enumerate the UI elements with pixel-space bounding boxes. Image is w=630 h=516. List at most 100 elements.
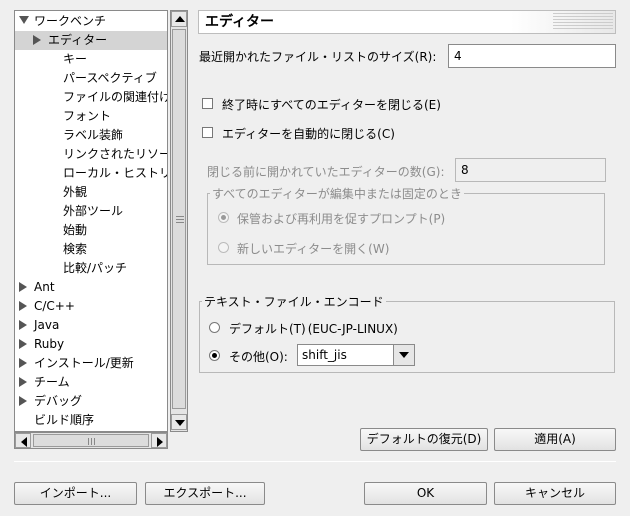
tree-item[interactable]: ワークベンチ xyxy=(15,12,167,31)
tree-item[interactable]: エディター xyxy=(15,31,167,50)
tree-item[interactable]: キー xyxy=(15,50,167,69)
encoding-other-radio[interactable] xyxy=(209,350,220,361)
encoding-default-text: デフォルト(T) xyxy=(229,322,306,336)
tree-item[interactable]: ビルド順序 xyxy=(15,411,167,430)
close-on-exit-checkbox[interactable] xyxy=(202,98,213,109)
scroll-left-button[interactable] xyxy=(15,433,31,448)
dirty-new-editor-radio[interactable] xyxy=(218,242,229,253)
tree-item-label: インストール/更新 xyxy=(34,356,134,370)
tree-item[interactable]: 検索 xyxy=(15,240,167,259)
preferences-tree[interactable]: ワークベンチエディターキーパースペクティブ ファイルの関連付け フォントラベル装飾リ… xyxy=(14,10,168,432)
tree-item[interactable]: C/C++ xyxy=(15,297,167,316)
encoding-default-radio[interactable] xyxy=(209,322,220,333)
twisty-collapsed-icon[interactable] xyxy=(33,35,41,45)
twisty-collapsed-icon[interactable] xyxy=(19,358,27,368)
recent-files-label: 最近開かれたファイル・リストのサイズ(R): xyxy=(199,50,437,64)
twisty-collapsed-icon[interactable] xyxy=(19,339,27,349)
tree-item-label: Java xyxy=(34,318,60,332)
ok-button[interactable]: OK xyxy=(364,482,487,505)
recent-files-input[interactable]: 4 xyxy=(448,44,616,68)
dirty-prompt-label: 保管および再利用を促すプロンプト(P) xyxy=(237,212,446,226)
encoding-group-title: テキスト・ファイル・エンコード xyxy=(202,293,386,310)
tree-item[interactable]: 始動 xyxy=(15,221,167,240)
horizontal-scroll-thumb[interactable] xyxy=(33,434,149,447)
tree-item-label: キー xyxy=(63,52,88,66)
tree-item-label: ファイルの関連付け xyxy=(63,90,168,104)
tree-item[interactable]: ファイルの関連付け xyxy=(15,88,167,107)
dirty-new-editor-label: 新しいエディターを開く(W) xyxy=(237,242,390,256)
twisty-collapsed-icon[interactable] xyxy=(19,282,27,292)
tree-item-label: リンクされたリソース xyxy=(63,147,167,161)
twisty-collapsed-icon[interactable] xyxy=(19,301,27,311)
dropdown-button[interactable] xyxy=(393,344,415,366)
tree-item[interactable]: インストール/更新 xyxy=(15,354,167,373)
tree-item-label: チーム xyxy=(34,375,70,389)
page-title-text: エディター xyxy=(205,14,275,30)
encoding-group: テキスト・ファイル・エンコード デフォルト(T) (EUC-JP-LINUX) そ… xyxy=(199,293,615,373)
tree-item-label: ビルド順序 xyxy=(34,413,95,427)
dirty-editors-group: すべてのエディターが編集中または固定のとき 保管および再利用を促すプロンプト(P… xyxy=(207,185,605,265)
tree-item-label: デバッグ xyxy=(34,394,83,408)
editors-before-close-label: 閉じる前に開かれていたエディターの数(G): xyxy=(207,165,445,179)
tree-item-label: Ant xyxy=(34,280,55,294)
tree-item-label: 比較/パッチ xyxy=(63,261,128,275)
tree-item[interactable]: デバッグ xyxy=(15,392,167,411)
chevron-down-icon xyxy=(399,352,409,358)
title-decoration xyxy=(553,13,613,31)
tree-item[interactable]: Java xyxy=(15,316,167,335)
arrow-down-icon xyxy=(175,420,185,426)
auto-close-label: エディターを自動的に閉じる(C) xyxy=(222,127,395,141)
tree-vertical-scrollbar[interactable] xyxy=(170,10,188,432)
tree-item-label: エディター xyxy=(48,33,108,47)
tree-item[interactable]: フォント xyxy=(15,107,167,126)
separator xyxy=(14,461,616,462)
scroll-down-button[interactable] xyxy=(171,414,187,430)
tree-item[interactable]: 外観 xyxy=(15,183,167,202)
tree-item-label: 外部ツール xyxy=(63,204,124,218)
tree-item-label: Ruby xyxy=(34,337,65,351)
auto-close-checkbox[interactable] xyxy=(202,127,213,138)
twisty-collapsed-icon[interactable] xyxy=(19,320,27,330)
encoding-select-value: shift_jis xyxy=(302,348,347,362)
dirty-prompt-radio[interactable] xyxy=(218,212,229,223)
tree-item-label: ローカル・ヒストリー xyxy=(63,166,167,180)
twisty-collapsed-icon[interactable] xyxy=(19,377,27,387)
tree-item[interactable]: チーム xyxy=(15,373,167,392)
encoding-default-label: デフォルト(T) (EUC-JP-LINUX) xyxy=(229,320,398,337)
tree-item[interactable]: パースペクティブ xyxy=(15,69,167,88)
restore-defaults-button[interactable]: デフォルトの復元(D) xyxy=(360,428,488,451)
tree-item[interactable]: 比較/パッチ xyxy=(15,259,167,278)
page-title: エディター xyxy=(198,10,616,34)
scroll-up-button[interactable] xyxy=(171,11,187,27)
twisty-collapsed-icon[interactable] xyxy=(19,396,27,406)
apply-button[interactable]: 適用(A) xyxy=(494,428,616,451)
encoding-select[interactable]: shift_jis xyxy=(297,344,415,366)
tree-item-label: フォント xyxy=(63,109,112,123)
encoding-default-value: (EUC-JP-LINUX) xyxy=(307,322,398,336)
tree-item-label: ワークベンチ xyxy=(34,14,107,28)
arrow-up-icon xyxy=(175,16,185,22)
tree-item[interactable]: ラベル装飾 xyxy=(15,126,167,145)
arrow-left-icon xyxy=(21,437,27,447)
import-button[interactable]: インポート... xyxy=(14,482,137,505)
tree-horizontal-scrollbar[interactable] xyxy=(14,432,168,449)
tree-item-label: 検索 xyxy=(63,242,88,256)
export-button[interactable]: エクスポート... xyxy=(145,482,265,505)
scroll-right-button[interactable] xyxy=(151,433,167,448)
dirty-group-title: すべてのエディターが編集中または固定のとき xyxy=(210,185,464,202)
tree-item[interactable]: Ant xyxy=(15,278,167,297)
twisty-expanded-icon[interactable] xyxy=(19,16,29,24)
tree-item[interactable]: リンクされたリソース xyxy=(15,145,167,164)
encoding-other-label: その他(O): xyxy=(229,350,288,364)
tree-item-label: パースペクティブ xyxy=(63,71,157,85)
tree-item[interactable]: Ruby xyxy=(15,335,167,354)
tree-item-label: 外観 xyxy=(63,185,88,199)
scroll-thumb[interactable] xyxy=(172,29,186,409)
arrow-right-icon xyxy=(157,437,163,447)
tree-item[interactable]: 外部ツール xyxy=(15,202,167,221)
tree-item-label: 始動 xyxy=(63,223,88,237)
cancel-button[interactable]: キャンセル xyxy=(494,482,616,505)
tree-item[interactable]: ローカル・ヒストリー xyxy=(15,164,167,183)
editors-before-close-input[interactable]: 8 xyxy=(455,158,606,182)
close-on-exit-label: 終了時にすべてのエディターを閉じる(E) xyxy=(222,98,441,112)
